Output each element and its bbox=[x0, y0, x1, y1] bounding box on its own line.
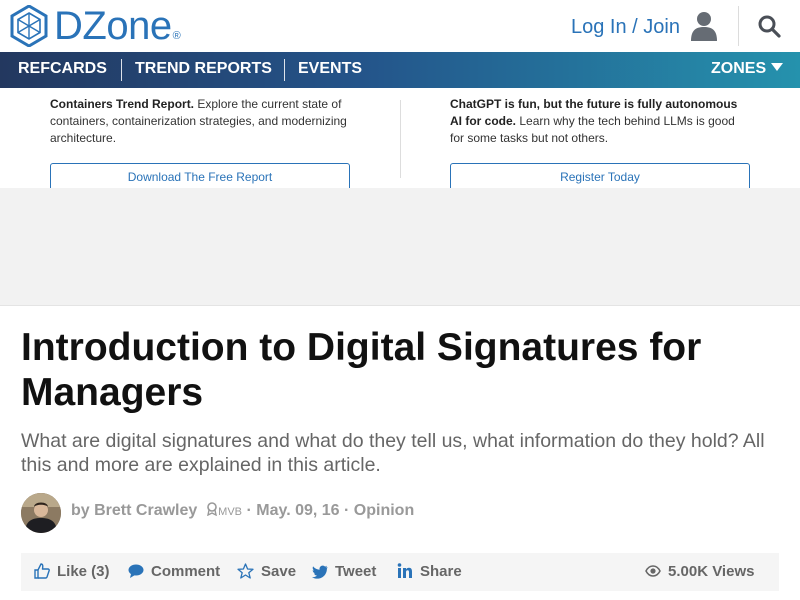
tweet-button[interactable]: Tweet bbox=[312, 553, 376, 591]
ad-space bbox=[0, 188, 800, 305]
caret-down-icon bbox=[771, 63, 784, 71]
promo-title: Containers Trend Report. bbox=[50, 97, 195, 111]
dzone-logo[interactable]: DZone ® bbox=[10, 5, 181, 47]
tweet-label: Tweet bbox=[335, 563, 377, 580]
mvb-ribbon-icon bbox=[207, 502, 218, 517]
promo-divider bbox=[400, 100, 401, 178]
promo-strip: Containers Trend Report. Explore the cur… bbox=[0, 88, 800, 191]
promo-block: ChatGPT is fun, but the future is fully … bbox=[450, 96, 750, 191]
article-byline: by Brett Crawley MVB · May. 09, 16 · Opi… bbox=[71, 502, 414, 520]
dzone-logo-icon bbox=[10, 5, 48, 47]
comment-label: Comment bbox=[151, 563, 221, 580]
download-report-button[interactable]: Download The Free Report bbox=[50, 163, 350, 191]
author-name[interactable]: Brett Crawley bbox=[94, 502, 197, 519]
save-label: Save bbox=[261, 563, 297, 580]
views-label: 5.00K Views bbox=[668, 563, 755, 580]
views-count: 5.00K Views bbox=[645, 553, 754, 591]
article-title: Introduction to Digital Signatures for M… bbox=[21, 326, 702, 414]
mvb-badge: MVB bbox=[218, 506, 243, 518]
promo-block: Containers Trend Report. Explore the cur… bbox=[50, 96, 350, 191]
promo-text: ChatGPT is fun, but the future is fully … bbox=[450, 96, 750, 147]
site-header: DZone ® Log In / Join bbox=[0, 0, 800, 52]
thumbs-up-icon bbox=[34, 563, 50, 579]
share-label: Share bbox=[420, 563, 462, 580]
twitter-icon bbox=[312, 565, 328, 579]
star-icon bbox=[237, 563, 254, 579]
nav-separator bbox=[284, 59, 285, 81]
brand-name: DZone bbox=[54, 4, 172, 48]
zones-dropdown[interactable]: ZONES bbox=[711, 52, 784, 88]
article-subtitle: What are digital signatures and what do … bbox=[21, 430, 765, 476]
comment-button[interactable]: Comment bbox=[128, 553, 220, 591]
eye-icon bbox=[645, 565, 661, 577]
linkedin-icon bbox=[397, 563, 412, 578]
byline-prefix: by bbox=[71, 502, 90, 519]
search-icon[interactable] bbox=[757, 14, 781, 38]
like-button[interactable]: Like (3) bbox=[34, 553, 110, 591]
zones-label: ZONES bbox=[711, 60, 767, 77]
like-label: Like (3) bbox=[57, 563, 110, 580]
nav-item-trend-reports[interactable]: TREND REPORTS bbox=[135, 52, 272, 88]
article-card: Introduction to Digital Signatures for M… bbox=[0, 305, 800, 600]
main-nav: REFCARDS TREND REPORTS EVENTS ZONES bbox=[0, 52, 800, 88]
save-button[interactable]: Save bbox=[237, 553, 296, 591]
article-date: May. 09, 16 bbox=[256, 502, 340, 519]
author-avatar[interactable] bbox=[21, 493, 61, 533]
share-button[interactable]: Share bbox=[397, 553, 462, 591]
byline-separator: · bbox=[246, 502, 252, 519]
promo-text: Containers Trend Report. Explore the cur… bbox=[50, 96, 350, 147]
user-icon[interactable] bbox=[690, 11, 718, 41]
nav-item-refcards[interactable]: REFCARDS bbox=[18, 52, 107, 88]
register-today-button[interactable]: Register Today bbox=[450, 163, 750, 191]
comment-icon bbox=[128, 564, 144, 578]
article-category[interactable]: Opinion bbox=[354, 502, 414, 519]
byline-separator: · bbox=[344, 502, 350, 519]
login-join-link[interactable]: Log In / Join bbox=[571, 15, 680, 39]
header-divider bbox=[738, 6, 739, 46]
nav-separator bbox=[121, 59, 122, 81]
registered-mark: ® bbox=[172, 30, 181, 42]
author-photo bbox=[21, 493, 61, 533]
nav-item-events[interactable]: EVENTS bbox=[298, 52, 362, 88]
article-actions-bar: Like (3) Comment Save Tweet Share 5.00K … bbox=[21, 553, 779, 591]
